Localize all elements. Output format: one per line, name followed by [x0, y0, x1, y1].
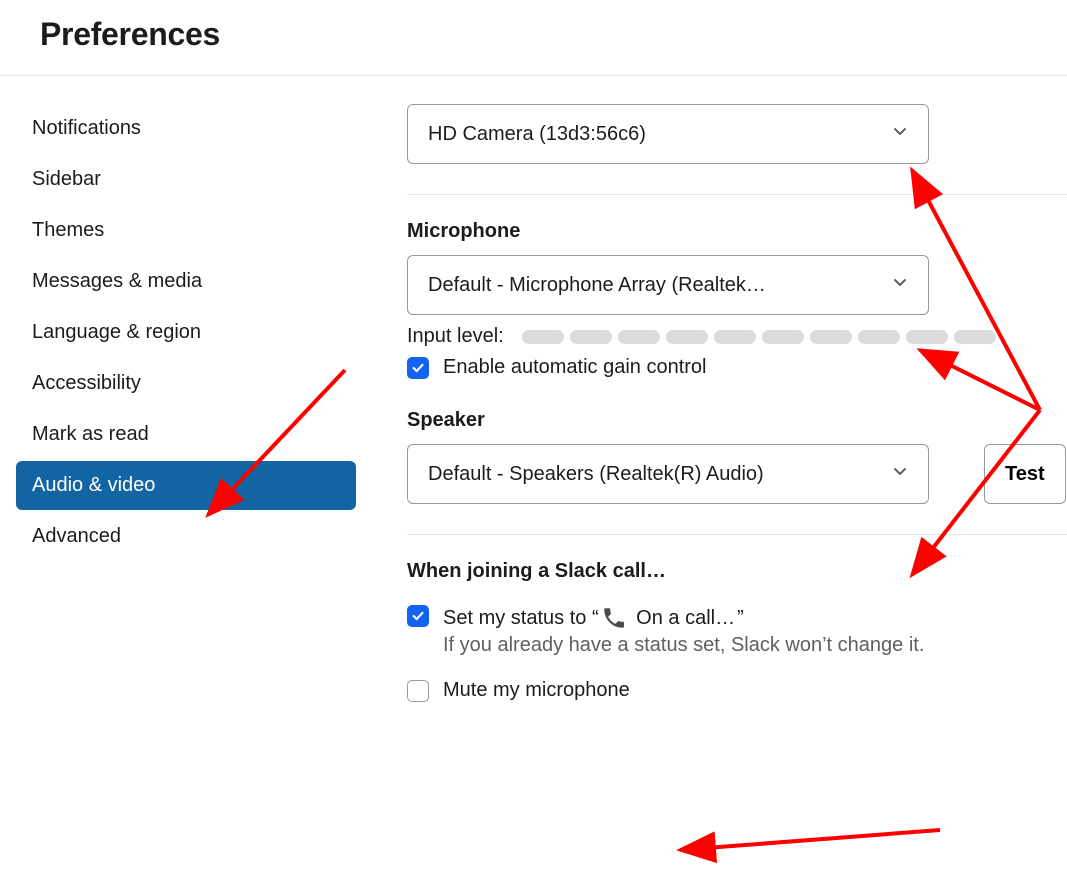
phone-icon — [601, 605, 627, 631]
input-level-label: Input level: — [407, 325, 504, 348]
level-pill — [762, 330, 804, 344]
preferences-sidebar: Notifications Sidebar Themes Messages & … — [0, 104, 357, 702]
microphone-heading: Microphone — [407, 220, 1067, 243]
sidebar-item-messages-media[interactable]: Messages & media — [16, 257, 356, 306]
input-level-meter — [522, 330, 996, 344]
joining-heading: When joining a Slack call… — [407, 560, 1067, 583]
camera-select-value: HD Camera (13d3:56c6) — [428, 123, 646, 146]
level-pill — [570, 330, 612, 344]
sidebar-item-mark-as-read[interactable]: Mark as read — [16, 410, 356, 459]
chevron-down-icon — [892, 123, 908, 146]
page-title: Preferences — [40, 16, 1067, 53]
input-level-row: Input level: — [407, 325, 1067, 348]
mute-checkbox[interactable] — [407, 680, 429, 702]
status-row: Set my status to “ On a call… ” If you a… — [407, 605, 1067, 657]
chevron-down-icon — [892, 274, 908, 297]
sidebar-item-accessibility[interactable]: Accessibility — [16, 359, 356, 408]
test-speaker-button[interactable]: Test — [984, 444, 1066, 504]
status-suffix: ” — [737, 607, 744, 630]
sidebar-item-sidebar[interactable]: Sidebar — [16, 155, 356, 204]
agc-label: Enable automatic gain control — [443, 356, 707, 379]
agc-checkbox[interactable] — [407, 357, 429, 379]
microphone-select[interactable]: Default - Microphone Array (Realtek… — [407, 255, 929, 315]
sidebar-item-notifications[interactable]: Notifications — [16, 104, 356, 153]
level-pill — [666, 330, 708, 344]
agc-row: Enable automatic gain control — [407, 356, 1067, 379]
status-checkbox[interactable] — [407, 605, 429, 627]
sidebar-item-advanced[interactable]: Advanced — [16, 512, 356, 561]
sidebar-item-themes[interactable]: Themes — [16, 206, 356, 255]
level-pill — [714, 330, 756, 344]
status-prefix: Set my status to “ — [443, 607, 599, 630]
mute-label: Mute my microphone — [443, 679, 630, 702]
mute-row: Mute my microphone — [407, 679, 1067, 702]
camera-select[interactable]: HD Camera (13d3:56c6) — [407, 104, 929, 164]
level-pill — [954, 330, 996, 344]
section-divider — [407, 534, 1067, 535]
status-text: On a call… — [636, 607, 735, 630]
level-pill — [810, 330, 852, 344]
sidebar-item-audio-video[interactable]: Audio & video — [16, 461, 356, 510]
main-panel: HD Camera (13d3:56c6) Microphone Default… — [357, 104, 1067, 702]
level-pill — [522, 330, 564, 344]
speaker-select[interactable]: Default - Speakers (Realtek(R) Audio) — [407, 444, 929, 504]
level-pill — [906, 330, 948, 344]
speaker-heading: Speaker — [407, 409, 1067, 432]
chevron-down-icon — [892, 463, 908, 486]
microphone-select-value: Default - Microphone Array (Realtek… — [428, 274, 766, 297]
header: Preferences — [0, 0, 1067, 75]
level-pill — [858, 330, 900, 344]
status-label: Set my status to “ On a call… ” — [443, 605, 924, 631]
section-divider — [407, 194, 1067, 195]
sidebar-item-language-region[interactable]: Language & region — [16, 308, 356, 357]
speaker-select-value: Default - Speakers (Realtek(R) Audio) — [428, 463, 764, 486]
status-note: If you already have a status set, Slack … — [443, 634, 924, 657]
level-pill — [618, 330, 660, 344]
